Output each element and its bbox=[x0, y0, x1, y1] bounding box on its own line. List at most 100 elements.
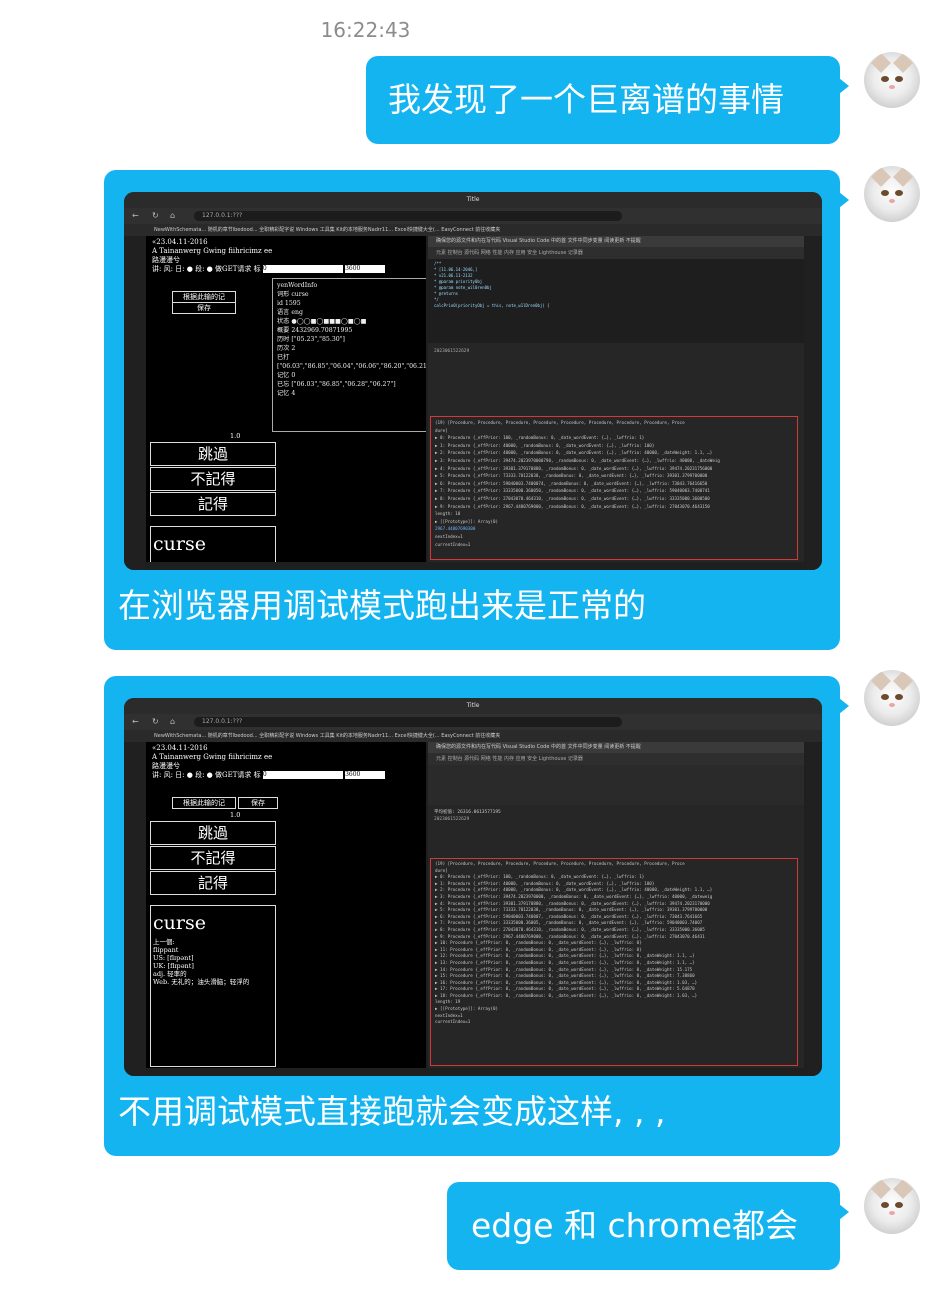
browser-sidebar-left bbox=[124, 742, 146, 1076]
console-line: ▶ 15: Procedure {_effPrior: 0, _randomBo… bbox=[435, 973, 695, 979]
browser-navbar: ← ↻ ⌂ 127.0.0.1:??? bbox=[124, 208, 822, 224]
word-card: curse 上一個: flippant US: [flɪpənt] UK: [f… bbox=[150, 905, 276, 1067]
console-line: length: 10 bbox=[435, 511, 461, 517]
console-line: ▶ 6: Procedure {_effPrior: 59040003.7400… bbox=[435, 913, 703, 919]
sub-line: 路漫漫兮 bbox=[152, 762, 180, 770]
remember-button: 記得 bbox=[150, 492, 276, 516]
console-line: ▶ [[Prototype]]: Array(0) bbox=[435, 1006, 499, 1012]
console-line: ▶ 8: Procedure {_effPrior: 27043070.4643… bbox=[435, 495, 710, 501]
popup-line: 词形 curse bbox=[277, 291, 309, 298]
message-caption: 不用调试模式直接跑就会变成这样, , , bbox=[118, 1092, 666, 1131]
console-line: ▶ 0: Procedure {_effPrior: 100, _randomB… bbox=[435, 435, 645, 441]
popup-line: id 1595 bbox=[277, 300, 301, 307]
number-input: 0 bbox=[262, 265, 343, 273]
console-line: ▶ 11: Procedure {_effPrior: 0, _randomBo… bbox=[435, 946, 642, 952]
message-bubble[interactable]: 我发现了一个巨离谱的事情 bbox=[366, 56, 849, 144]
screenshot-image[interactable]: Title ← ↻ ⌂ 127.0.0.1:??? NewWithSchemat… bbox=[124, 698, 822, 1076]
skip-button: 跳過 bbox=[150, 821, 276, 845]
title-line: A Tainanwerg Gwing fiihricimz ee bbox=[152, 753, 273, 761]
popup-line: 状态 ●◯◯■◯■■■◯■◯■ bbox=[277, 318, 367, 325]
console-line: ▶ 0: Procedure {_effPrior: 100, _randomB… bbox=[435, 874, 645, 880]
bookmarks-bar: NewWithSchemata... 随机的章节lbedood... 全职精彩配… bbox=[124, 730, 822, 742]
avatar[interactable] bbox=[864, 670, 920, 726]
back-icon: ← bbox=[132, 211, 139, 220]
console-line: ▶ 9: Procedure {_effPrior: 2967.44807690… bbox=[435, 503, 710, 509]
browser-navbar: ← ↻ ⌂ 127.0.0.1:??? bbox=[124, 714, 822, 730]
console-line: ▶ 8: Procedure {_effPrior: 27043070.4643… bbox=[435, 926, 705, 932]
console-subheader: 2023061522629 bbox=[434, 817, 470, 822]
console-header: 2023061522629 bbox=[434, 349, 470, 354]
console-output: (19) [Procedure, Procedure, Procedure, P… bbox=[430, 858, 798, 1066]
console-line: ▶ 2: Procedure {_effPrior: 40000, _rando… bbox=[435, 887, 713, 893]
save-button: 保存 bbox=[172, 302, 236, 314]
console-line: ▶ 6: Procedure {_effPrior: 59040003.7400… bbox=[435, 480, 708, 486]
word-info-popup: yenWordInfo 词形 curse id 1595 语言 eng 状态 ●… bbox=[272, 278, 426, 432]
console-line: ▶ 1: Procedure {_effPrior: 40000, _rando… bbox=[435, 880, 655, 886]
web-page: «23.04.11-2016 A Tainanwerg Gwing fiihri… bbox=[146, 236, 426, 562]
popup-title: yenWordInfo bbox=[277, 282, 318, 289]
timestamp: 16:22:43 bbox=[320, 18, 411, 42]
console-line: ▶ 7: Procedure {_effPrior: 33335000.3600… bbox=[435, 920, 703, 926]
console-line: ▶ 1: Procedure {_effPrior: 40000, _rando… bbox=[435, 442, 655, 448]
number-input: 3600 bbox=[345, 265, 386, 273]
console-line: nextIndex=1 bbox=[435, 1012, 463, 1018]
console-line: ▶ 14: Procedure {_effPrior: 0, _randomBo… bbox=[435, 966, 693, 972]
avatar[interactable] bbox=[864, 52, 920, 108]
console-output: (19) [Procedure, Procedure, Procedure, P… bbox=[430, 416, 798, 560]
screenshot-image[interactable]: Title ← ↻ ⌂ 127.0.0.1:??? NewWithSchemat… bbox=[124, 192, 822, 570]
avatar[interactable] bbox=[864, 166, 920, 222]
popup-line: 记忆 4 bbox=[277, 390, 296, 397]
console-line: ▶ 3: Procedure {_effPrior: 39474.2023970… bbox=[435, 457, 720, 463]
address-bar: 127.0.0.1:??? bbox=[194, 717, 622, 727]
console-line: ▶ 10: Procedure {_effPrior: 0, _randomBo… bbox=[435, 940, 642, 946]
browser-sidebar-left bbox=[124, 236, 146, 570]
controls-line: 讲: 风: 日: ● 段: ● 做GET请求 标 bbox=[152, 265, 261, 273]
console-line: ▶ 9: Procedure {_effPrior: 2967.44807690… bbox=[435, 933, 705, 939]
devtools-panel: 确保您的源文件和内在写代码 Visual Studio Code 中的首 文件中… bbox=[428, 236, 804, 562]
console-line: currentIndex=1 bbox=[435, 1019, 471, 1025]
back-icon: ← bbox=[132, 717, 139, 726]
popup-line: 记忆 0 bbox=[277, 372, 296, 379]
console-header: 平均初值: 26316.8613577195 bbox=[434, 810, 501, 815]
forget-button: 不記得 bbox=[150, 467, 276, 491]
console-line: ▶ 16: Procedure {_effPrior: 0, _randomBo… bbox=[435, 979, 698, 985]
console-line: ▶ [[Prototype]]: Array(0) bbox=[435, 518, 499, 524]
web-page: «23.04.11-2016 A Tainanwerg Gwing fiihri… bbox=[146, 742, 426, 1068]
save-button: 保存 bbox=[238, 797, 278, 809]
definition-line: adj. 轻率的 bbox=[153, 970, 187, 978]
code-line: calcPrio0(priorityObj = this, note_w1lDr… bbox=[434, 303, 550, 308]
popup-line: 历时 ["05.23","85.30"] bbox=[277, 336, 345, 343]
console-line: ▶ 4: Procedure {_effPrior: 39301.3791708… bbox=[435, 900, 710, 906]
console-toolbar bbox=[428, 765, 804, 805]
word-card: curse bbox=[150, 526, 276, 562]
sub-line: 路漫漫兮 bbox=[152, 256, 180, 264]
popup-line: 已打 ["06.03","86.85","06.04","06.06","86.… bbox=[277, 354, 426, 370]
popup-line: 概要 2432969.70871995 bbox=[277, 327, 353, 334]
browser-sidebar-right bbox=[806, 742, 822, 1076]
source-code: /** * [11.06.14-2046,] * v21.06.11-2132 … bbox=[428, 259, 804, 343]
console-line: dure] bbox=[435, 867, 448, 873]
popup-line: 语言 eng bbox=[277, 309, 303, 316]
browser-titlebar: Title bbox=[124, 192, 822, 208]
message-text: 我发现了一个巨离谱的事情 bbox=[388, 80, 784, 119]
console-line: dure] bbox=[435, 427, 448, 433]
popup-line: 历次 2 bbox=[277, 345, 296, 352]
devtools-panel: 确保您的源文件和内在写代码 Visual Studio Code 中的首 文件中… bbox=[428, 742, 804, 1068]
console-line: currentIndex=1 bbox=[435, 541, 471, 547]
console-line: ▶ 13: Procedure {_effPrior: 0, _randomBo… bbox=[435, 959, 695, 965]
home-icon: ⌂ bbox=[170, 717, 176, 726]
counter: 1.0 bbox=[230, 432, 241, 440]
console-line: ▶ 12: Procedure {_effPrior: 0, _randomBo… bbox=[435, 953, 695, 959]
console-line: ▶ 18: Procedure {_effPrior: 0, _randomBo… bbox=[435, 992, 698, 998]
message-bubble[interactable]: edge 和 chrome都会 bbox=[447, 1182, 849, 1270]
avatar[interactable] bbox=[864, 1178, 920, 1234]
definition-line: 上一個: bbox=[153, 938, 175, 946]
number-input: 3600 bbox=[345, 771, 386, 779]
refresh-icon: ↻ bbox=[152, 211, 159, 220]
title-line: A Tainanwerg Gwing fiihricimz ee bbox=[152, 247, 273, 255]
console-line: ▶ 5: Procedure {_effPrior: 73333.7012203… bbox=[435, 907, 708, 913]
devtools-tabs: 元素 控制台 源代码 网络 性能 内存 应用 安全 Lighthouse 记录器 bbox=[428, 247, 804, 259]
browser-sidebar-right bbox=[806, 236, 822, 570]
definition-line: UK: [flɪpənt] bbox=[153, 962, 194, 970]
remember-button: 記得 bbox=[150, 871, 276, 895]
